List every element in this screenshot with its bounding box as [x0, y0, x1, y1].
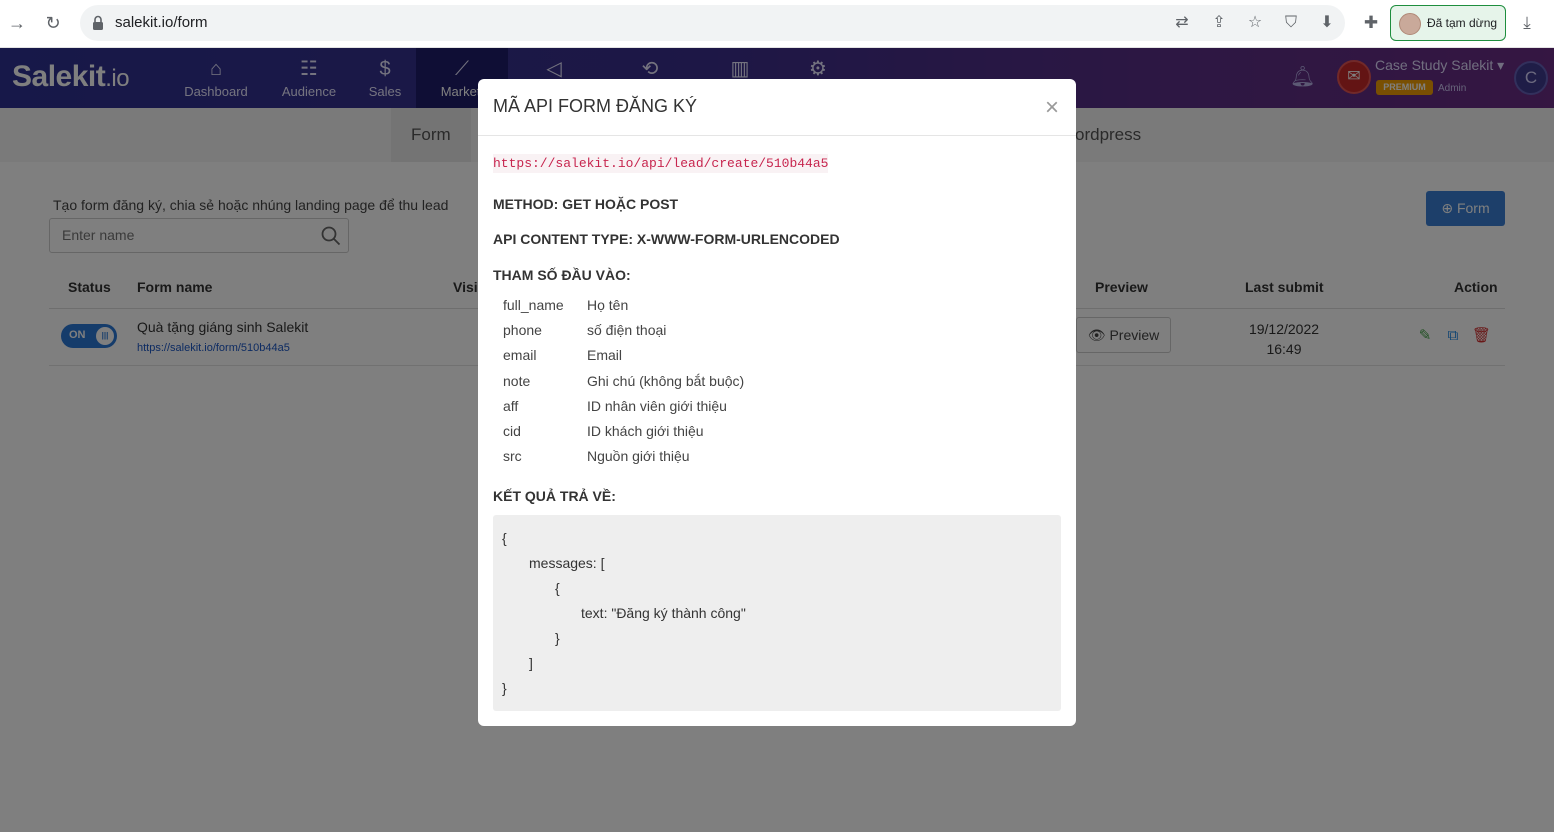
code-line: }	[502, 680, 507, 696]
param-desc: Họ tên	[587, 297, 629, 313]
param-desc: ID nhân viên giới thiệu	[587, 398, 727, 414]
translate-icon[interactable]: ⇄	[1172, 13, 1192, 33]
params-heading: THAM SỐ ĐẦU VÀO:	[493, 267, 631, 283]
lock-icon	[93, 15, 103, 30]
modal-title: MÃ API FORM ĐĂNG KÝ	[493, 96, 698, 116]
address-bar[interactable]: salekit.io/form ⇄ ⇪ ☆ ⛉ ⬇	[80, 5, 1345, 41]
shield-icon[interactable]: ⛉	[1281, 13, 1301, 33]
share-icon[interactable]: ⇪	[1209, 13, 1229, 33]
param-key: note	[503, 373, 531, 389]
browser-toolbar: → ↻ salekit.io/form ⇄ ⇪ ☆ ⛉ ⬇ ✚ Đã tạm d…	[0, 0, 1554, 48]
modal-divider	[478, 135, 1076, 136]
method-label: METHOD: GET HOẶC POST	[493, 196, 679, 212]
param-desc: ID khách giới thiệu	[587, 423, 704, 439]
reload-icon[interactable]: ↻	[41, 11, 65, 35]
download-arrow-icon[interactable]: ⬇	[1317, 13, 1337, 33]
param-key: aff	[503, 398, 519, 414]
param-desc: Ghi chú (không bắt buộc)	[587, 373, 745, 389]
param-key: email	[503, 347, 537, 363]
api-modal: MÃ API FORM ĐĂNG KÝ × https://salekit.io…	[478, 79, 1076, 726]
result-heading: KẾT QUẢ TRẢ VỀ:	[493, 488, 616, 504]
param-desc: Nguồn giới thiệu	[587, 448, 690, 464]
content-type-label: API CONTENT TYPE: X-WWW-FORM-URLENCODED	[493, 231, 840, 247]
profile-chip[interactable]: Đã tạm dừng	[1390, 5, 1506, 41]
param-key: cid	[503, 423, 521, 439]
api-url: https://salekit.io/api/lead/create/510b4…	[493, 154, 829, 173]
param-desc: Email	[587, 347, 623, 363]
code-line: ]	[529, 655, 533, 671]
forward-icon[interactable]: →	[5, 11, 29, 35]
code-line: {	[555, 580, 560, 596]
star-icon[interactable]: ☆	[1245, 13, 1265, 33]
extensions-icon[interactable]: ✚	[1360, 12, 1382, 34]
param-key: full_name	[503, 297, 564, 313]
downloads-icon[interactable]: ⤓	[1516, 12, 1538, 34]
url-text: salekit.io/form	[115, 14, 208, 31]
response-code-block: { messages: [ { text: "Đăng ký thành côn…	[493, 515, 1061, 711]
code-line: text: "Đăng ký thành công"	[581, 605, 746, 621]
profile-avatar	[1399, 13, 1421, 35]
param-key: src	[503, 448, 522, 464]
profile-status: Đã tạm dừng	[1427, 16, 1498, 30]
param-key: phone	[503, 322, 542, 338]
close-icon[interactable]: ×	[1042, 96, 1062, 120]
code-line: }	[555, 630, 560, 646]
code-line: messages: [	[529, 555, 605, 571]
code-line: {	[502, 530, 507, 546]
param-desc: số điện thoại	[587, 322, 667, 338]
